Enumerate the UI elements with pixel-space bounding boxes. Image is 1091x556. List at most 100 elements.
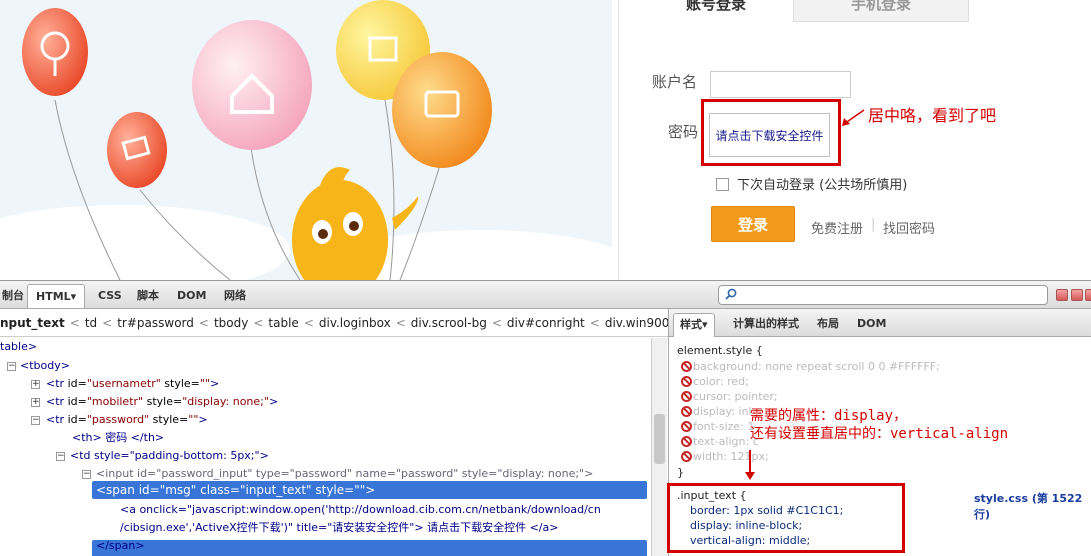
tree-node-a-line2[interactable]: /cibsign.exe','ActiveX控件下载')" title="请安装…: [120, 519, 558, 537]
disabled-property-icon[interactable]: [681, 451, 692, 462]
annotation-arrow-head-icon: [745, 472, 755, 480]
breadcrumb-separator: <: [198, 316, 209, 330]
breadcrumb-separator: <: [303, 316, 314, 330]
attr-value: usernametr: [91, 377, 156, 390]
disabled-property[interactable]: color: red;: [693, 374, 749, 389]
expand-toggle[interactable]: +: [31, 398, 40, 407]
collapse-toggle[interactable]: −: [82, 470, 91, 479]
tab-script[interactable]: 脚本: [129, 284, 167, 308]
breadcrumb: nput_text < td < tr#password < tbody < table < div…: [0, 309, 668, 337]
annotation-arrow-line: [749, 450, 751, 474]
free-register-link[interactable]: 免费注册: [811, 218, 863, 237]
balloon-illustration: [0, 0, 612, 280]
tree-node-tr-password[interactable]: <tr id="password" style="">: [46, 411, 208, 429]
disabled-property[interactable]: display: inl: [693, 404, 752, 419]
breadcrumb-separator: <: [589, 316, 600, 330]
tab-styles[interactable]: 样式▾: [673, 313, 715, 337]
disabled-property-icon[interactable]: [681, 376, 692, 387]
disabled-property-icon[interactable]: [681, 406, 692, 417]
tree-node-table[interactable]: table>: [0, 338, 37, 356]
element-style-selector: element.style {: [677, 344, 763, 357]
security-control-span: 请点击下载安全控件: [709, 113, 830, 157]
disabled-property-icon[interactable]: [681, 361, 692, 372]
breadcrumb-item[interactable]: div#conright: [507, 316, 585, 330]
breadcrumb-separator: <: [395, 316, 406, 330]
tree-node-td[interactable]: <td style="padding-bottom: 5px;">: [70, 447, 269, 465]
attr-value: mobiletr: [91, 395, 139, 408]
tab-css[interactable]: CSS: [90, 284, 130, 308]
rule-close-brace: }: [677, 466, 684, 479]
remember-login-checkbox[interactable]: [716, 178, 729, 191]
disabled-property[interactable]: width: 121px;: [693, 449, 769, 464]
username-label: 账户名: [652, 73, 698, 91]
breadcrumb-separator: <: [491, 316, 502, 330]
disabled-property[interactable]: font-size: 1: [693, 419, 754, 434]
attr-value: password: [91, 413, 145, 426]
annotation-centered-note: 居中咯，看到了吧: [868, 106, 997, 125]
side-panel-tabs: 样式▾ 计算出的样式 布局 DOM: [669, 309, 1091, 337]
search-icon: [725, 288, 737, 300]
tree-scrollbar[interactable]: [651, 338, 667, 556]
collapse-toggle[interactable]: −: [7, 362, 16, 371]
tree-node-tbody[interactable]: <tbody>: [20, 357, 70, 375]
tab-html[interactable]: HTML▾: [27, 284, 86, 308]
login-button[interactable]: 登录: [711, 206, 795, 242]
tree-node-th[interactable]: <th> 密码 </th>: [72, 429, 164, 447]
breadcrumb-item[interactable]: tbody: [214, 316, 248, 330]
tab-computed-styles[interactable]: 计算出的样式: [727, 313, 805, 337]
breadcrumb-item[interactable]: div.scrool-bg: [411, 316, 487, 330]
selected-node-highlight: [92, 540, 647, 556]
scrollbar-thumb[interactable]: [654, 414, 665, 464]
breadcrumb-separator: <: [253, 316, 264, 330]
tab-network[interactable]: 网络: [216, 284, 254, 308]
remember-login-label: 下次自动登录 (公共场所慎用): [737, 178, 908, 193]
breadcrumb-item[interactable]: tr#password: [117, 316, 194, 330]
attr-value: display: none;: [187, 395, 264, 408]
tree-node-a-line1[interactable]: <a onclick="javascript:window.open('http…: [120, 501, 601, 519]
collapse-toggle[interactable]: −: [56, 452, 65, 461]
disabled-property[interactable]: cursor: pointer;: [693, 389, 778, 404]
forgot-password-link[interactable]: 找回密码: [883, 218, 935, 237]
stylesheet-link[interactable]: style.css (第 1522 行): [974, 490, 1091, 522]
close-icon[interactable]: [1085, 289, 1091, 301]
selected-node-row[interactable]: <span id="msg" class="input_text" style=…: [92, 481, 647, 499]
annotation-line: 需要的属性：display，: [750, 408, 908, 424]
tab-layout[interactable]: 布局: [811, 313, 845, 337]
breadcrumb-item[interactable]: div.win900: [605, 316, 668, 330]
highlight-box-css-rule: [667, 483, 905, 553]
annotation-css-note: 需要的属性：display， 还有设置垂直居中的：vertical-align: [750, 407, 1008, 443]
webpage-viewport: 账号登录 手机登录 账户名 密码 请点击下载安全控件 居中咯，看到了吧 下次自动…: [0, 0, 1091, 280]
disabled-property-icon[interactable]: [681, 421, 692, 432]
expand-toggle[interactable]: +: [31, 380, 40, 389]
disabled-property-icon[interactable]: [681, 391, 692, 402]
disabled-property[interactable]: background: none repeat scroll 0 0 #FFFF…: [693, 359, 940, 374]
devtools-search-input[interactable]: [718, 285, 1048, 305]
tree-node-tr-username[interactable]: <tr id="usernametr" style="">: [46, 375, 219, 393]
disabled-property-icon[interactable]: [681, 436, 692, 447]
link-separator: |: [871, 217, 876, 232]
breadcrumb-item[interactable]: div.loginbox: [319, 316, 391, 330]
annotation-arrow-icon: [842, 109, 865, 126]
download-security-control-link[interactable]: 请点击下载安全控件: [715, 127, 823, 144]
breadcrumb-separator: <: [102, 316, 113, 330]
tree-node-span-close[interactable]: </span>: [96, 537, 145, 555]
breadcrumb-item[interactable]: td: [85, 316, 97, 330]
breadcrumb-item[interactable]: table: [268, 316, 298, 330]
annotation-line: 还有设置垂直居中的：vertical-align: [750, 426, 1009, 442]
password-label: 密码: [668, 123, 699, 141]
tree-node-span-msg: <span id="msg" class="input_text" style=…: [96, 483, 376, 497]
detach-icon[interactable]: [1071, 289, 1083, 301]
html-tree-panel: table> − <tbody> + <tr id="usernametr" s…: [0, 338, 650, 556]
tab-side-dom[interactable]: DOM: [851, 313, 892, 337]
breadcrumb-separator: <: [69, 316, 80, 330]
tab-dom[interactable]: DOM: [169, 284, 214, 308]
collapse-toggle[interactable]: −: [31, 416, 40, 425]
tab-account-login[interactable]: 账号登录: [639, 0, 793, 22]
breadcrumb-item[interactable]: nput_text: [0, 316, 65, 330]
minimize-icon[interactable]: [1056, 289, 1068, 301]
username-input[interactable]: [710, 71, 851, 98]
tab-phone-login[interactable]: 手机登录: [793, 0, 969, 22]
disabled-property[interactable]: text-align: c: [693, 434, 759, 449]
devtools-toolbar: 制台 HTML▾ CSS 脚本 DOM 网络: [0, 281, 1091, 309]
tree-node-tr-mobile[interactable]: <tr id="mobiletr" style="display: none;"…: [46, 393, 278, 411]
